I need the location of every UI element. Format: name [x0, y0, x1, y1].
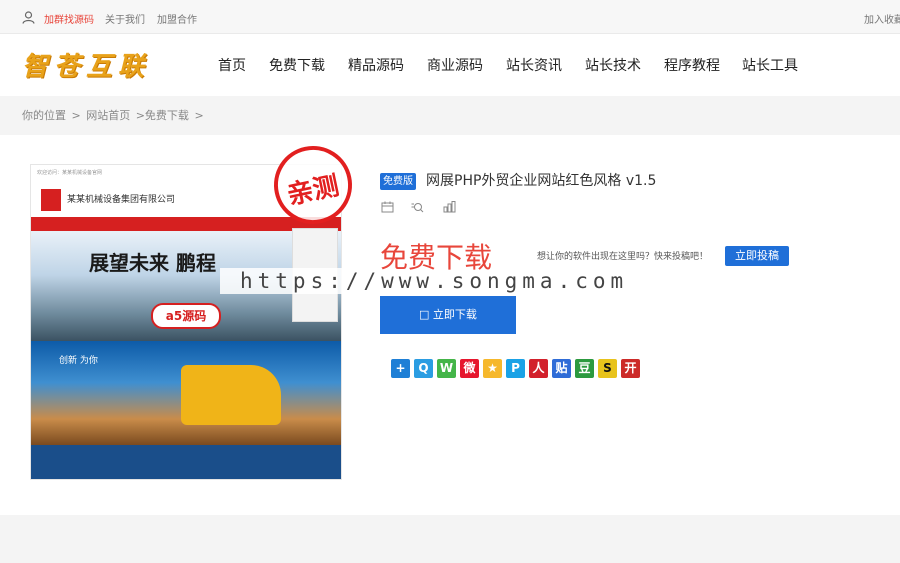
- nav-item-webmaster-tech[interactable]: 站长技术: [585, 55, 641, 75]
- preview-footer: [31, 445, 341, 479]
- top-bar: 加群找源码 关于我们 加盟合作 加入收藏: [0, 0, 900, 34]
- nav-item-tutorials[interactable]: 程序教程: [664, 55, 720, 75]
- breadcrumb-free-download[interactable]: >免费下载: [136, 109, 189, 122]
- nav-item-premium-source[interactable]: 精品源码: [348, 55, 404, 75]
- nav-item-home[interactable]: 首页: [218, 55, 246, 75]
- breadcrumb-separator: >: [194, 109, 204, 122]
- breadcrumb-label: 你的位置: [22, 109, 66, 122]
- free-version-badge: 免费版: [380, 173, 416, 190]
- chart-icon: [443, 201, 456, 213]
- product-title: 网展PHP外贸企业网站红色风格 v1.5: [426, 173, 657, 189]
- share-pengyou-icon[interactable]: P: [506, 359, 525, 378]
- nav-item-webmaster-news[interactable]: 站长资讯: [506, 55, 562, 75]
- submission-promo-text: 想让你的软件出现在这里吗？快来投稿吧！: [537, 252, 709, 262]
- share-tieba-icon[interactable]: 贴: [552, 359, 571, 378]
- preview-hero-text: 展望未来 鹏程: [89, 251, 216, 275]
- view-icon: [411, 203, 424, 213]
- breadcrumb: 你的位置 > 网站首页 >免费下载 >: [22, 107, 206, 123]
- share-renren-icon[interactable]: 人: [529, 359, 548, 378]
- topbar-link-about[interactable]: 关于我们: [105, 11, 145, 26]
- share-plus-icon[interactable]: +: [391, 359, 410, 378]
- stamp-text: 亲测: [284, 170, 342, 212]
- share-kaixin-icon[interactable]: 开: [621, 359, 640, 378]
- preview-company-name: 某某机械设备集团有限公司: [67, 195, 176, 205]
- share-sohu-icon[interactable]: S: [598, 359, 617, 378]
- preview-watermark-logo: a5源码: [151, 303, 221, 329]
- user-icon: [22, 11, 35, 24]
- share-weibo-icon[interactable]: 微: [460, 359, 479, 378]
- excavator-shape: [181, 365, 281, 425]
- topbar-link-partner[interactable]: 加盟合作: [157, 11, 197, 26]
- share-wechat-icon[interactable]: W: [437, 359, 456, 378]
- site-logo[interactable]: 智苍互联: [22, 46, 150, 83]
- footer-band: [0, 515, 900, 563]
- submit-now-button[interactable]: 立即投稿: [725, 246, 789, 266]
- share-qq-icon[interactable]: Q: [414, 359, 433, 378]
- topbar-link-bookmark[interactable]: 加入收藏: [864, 11, 900, 26]
- breadcrumb-home[interactable]: 网站首页: [86, 109, 130, 122]
- nav-item-webmaster-tools[interactable]: 站长工具: [742, 55, 798, 75]
- share-qzone-icon[interactable]: ★: [483, 359, 502, 378]
- breadcrumb-separator: >: [71, 109, 81, 122]
- preview-slogan: 创新 为你: [59, 356, 98, 366]
- nav-item-free-download[interactable]: 免费下载: [269, 55, 325, 75]
- topbar-link-join-group[interactable]: 加群找源码: [44, 11, 94, 26]
- calendar-icon: [381, 201, 394, 213]
- free-download-heading: 免费下载: [380, 241, 493, 274]
- share-douban-icon[interactable]: 豆: [575, 359, 594, 378]
- download-now-button[interactable]: □ 立即下载: [380, 296, 516, 334]
- preview-company-logo: [41, 189, 61, 211]
- header: 智苍互联 首页 免费下载 精品源码 商业源码 站长资讯 站长技术 程序教程 站长…: [0, 34, 900, 96]
- nav-item-commercial-source[interactable]: 商业源码: [427, 55, 483, 75]
- preview-hero-excavator: 创新 为你: [31, 341, 341, 445]
